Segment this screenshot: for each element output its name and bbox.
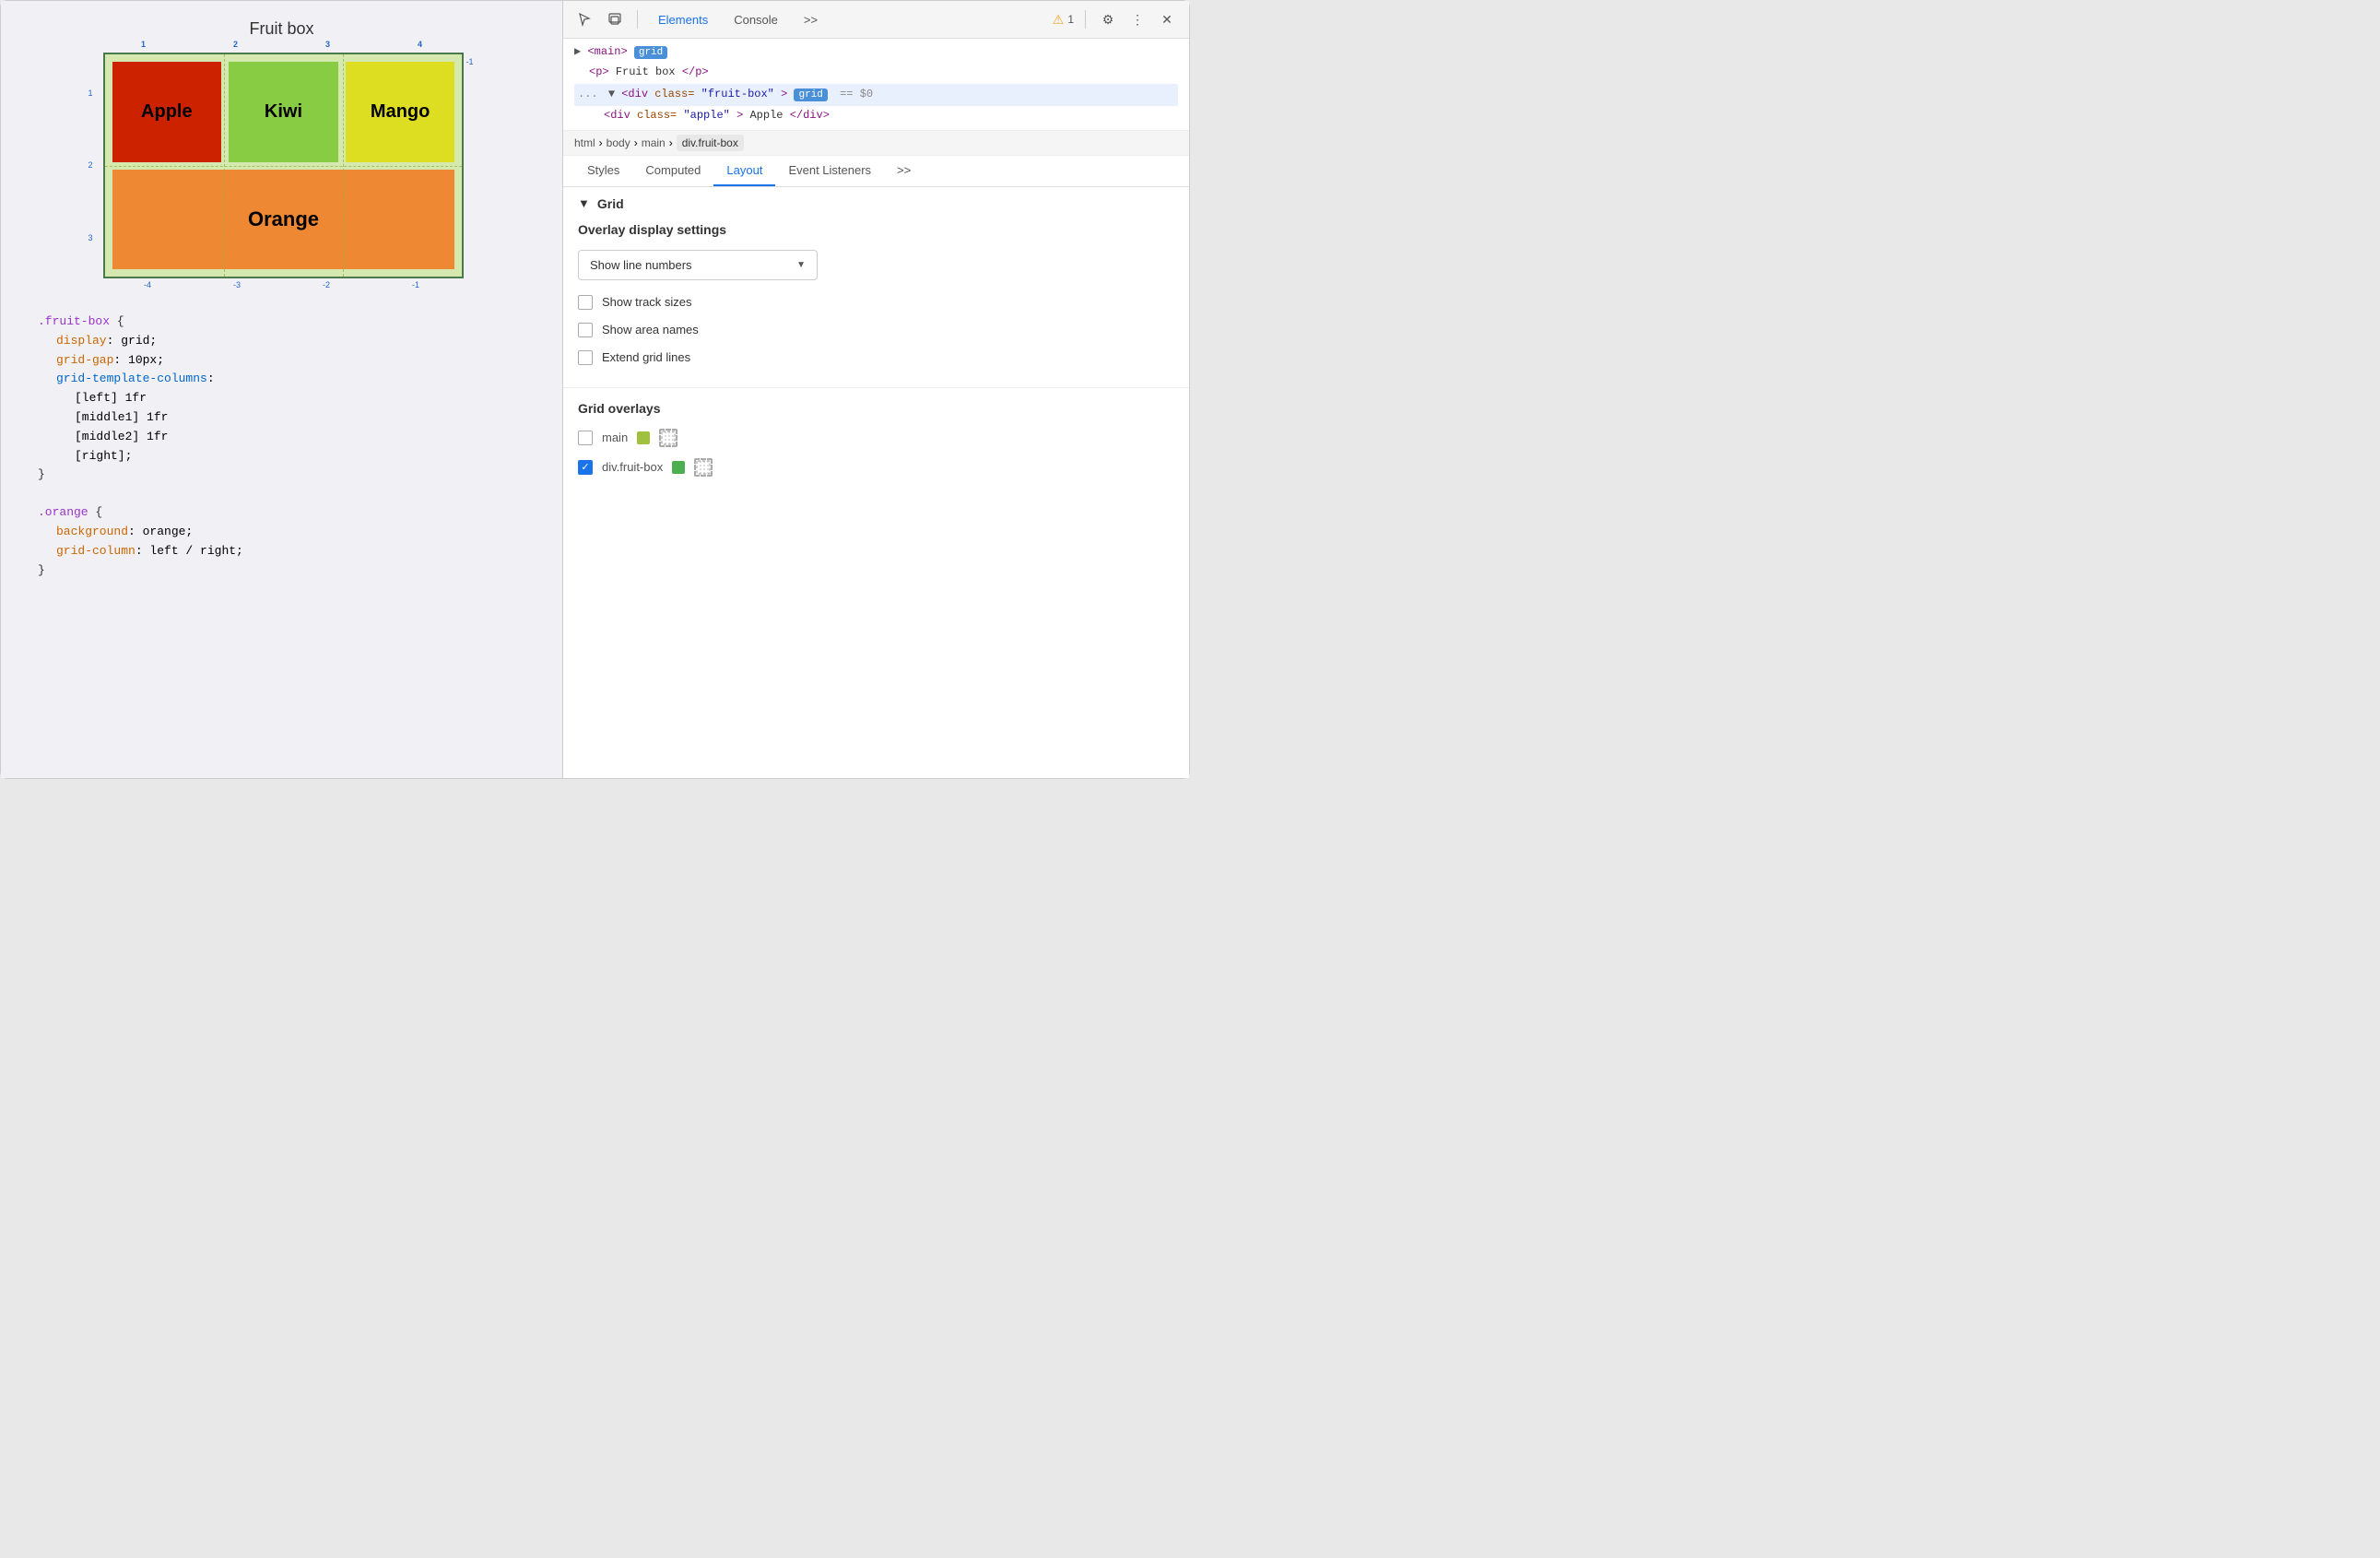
dom-line-fruit-box: ... ▼ <div class= "fruit-box" > grid == … <box>574 84 1178 106</box>
top-line-numbers: 1 2 3 4 <box>88 40 476 49</box>
grid-section-header[interactable]: ▼ Grid <box>578 196 1174 211</box>
breadcrumb-body[interactable]: body <box>607 136 630 149</box>
overlay-row-fruit-box: ✓ div.fruit-box <box>578 458 1174 477</box>
show-area-names-row: Show area names <box>578 323 1174 337</box>
overlay-row-main: main <box>578 429 1174 447</box>
mango-cell: Mango <box>346 62 455 162</box>
devtools-panel: Elements Console >> ⚠ 1 ⚙ ⋮ ✕ ▶ <main> g… <box>563 1 1189 778</box>
main-color-swatch[interactable] <box>637 431 650 444</box>
main-overlay-checkbox[interactable] <box>578 431 593 445</box>
right-line-numbers: -1 <box>464 53 475 278</box>
apple-cell: Apple <box>112 62 222 162</box>
panel-tabs: Styles Computed Layout Event Listeners >… <box>563 156 1189 187</box>
more-menu-icon[interactable]: ⋮ <box>1126 8 1149 30</box>
grid-overlays-title: Grid overlays <box>578 401 1174 416</box>
tab-panel-more[interactable]: >> <box>884 156 924 186</box>
fruit-box-grid-icon[interactable] <box>694 458 713 477</box>
toolbar-separator-2 <box>1085 10 1086 29</box>
layout-content: ▼ Grid Overlay display settings Show lin… <box>563 187 1189 778</box>
tab-elements[interactable]: Elements <box>649 9 717 30</box>
tab-computed[interactable]: Computed <box>632 156 713 186</box>
cursor-icon[interactable] <box>574 8 596 30</box>
show-track-sizes-checkbox[interactable] <box>578 295 593 310</box>
close-icon[interactable]: ✕ <box>1156 8 1178 30</box>
fruit-grid: Apple Kiwi Mango Orange <box>103 53 465 278</box>
chevron-down-icon: ▼ <box>796 260 806 270</box>
breadcrumb: html › body › main › div.fruit-box <box>563 131 1189 156</box>
breadcrumb-main[interactable]: main <box>642 136 666 149</box>
overlay-settings: Overlay display settings Show line numbe… <box>578 222 1174 365</box>
dom-line-apple: <div class= "apple" > Apple </div> <box>574 106 1178 126</box>
line-numbers-dropdown[interactable]: Show line numbers ▼ <box>578 250 818 280</box>
code-block-orange: .orange { background: orange; grid-colum… <box>19 499 544 584</box>
overlay-settings-title: Overlay display settings <box>578 222 1174 237</box>
dom-line-main: ▶ <main> grid <box>574 42 1178 63</box>
grid-container: 1 2 3 4 1 2 3 Apple <box>88 53 476 289</box>
grid-overlays-section: Grid overlays main ✓ div.frui <box>563 388 1189 501</box>
left-panel: Fruit box 1 2 3 4 1 2 3 <box>1 1 563 778</box>
tab-layout[interactable]: Layout <box>713 156 775 186</box>
fruit-box-overlay-checkbox[interactable]: ✓ <box>578 460 593 475</box>
tab-console[interactable]: Console <box>725 9 787 30</box>
left-line-numbers: 1 2 3 <box>88 53 103 278</box>
tab-more[interactable]: >> <box>795 9 827 30</box>
show-area-names-checkbox[interactable] <box>578 323 593 337</box>
dom-line-p: <p> Fruit box </p> <box>574 63 1178 83</box>
kiwi-cell: Kiwi <box>229 62 338 162</box>
extend-grid-lines-row: Extend grid lines <box>578 350 1174 365</box>
devtools-toolbar: Elements Console >> ⚠ 1 ⚙ ⋮ ✕ <box>563 1 1189 39</box>
fruit-box-color-swatch[interactable] <box>672 461 685 474</box>
layers-icon[interactable] <box>604 8 626 30</box>
fruit-box-title: Fruit box <box>249 19 313 39</box>
settings-icon[interactable]: ⚙ <box>1097 8 1119 30</box>
warning-icon: ⚠ <box>1053 12 1065 28</box>
bottom-line-numbers: -4 -3 -2 -1 <box>88 280 476 289</box>
tab-event-listeners[interactable]: Event Listeners <box>775 156 884 186</box>
main-grid-icon[interactable] <box>659 429 677 447</box>
warning-badge: ⚠ 1 <box>1053 12 1074 28</box>
show-track-sizes-row: Show track sizes <box>578 295 1174 310</box>
tab-styles[interactable]: Styles <box>574 156 632 186</box>
breadcrumb-html[interactable]: html <box>574 136 595 149</box>
grid-section: ▼ Grid Overlay display settings Show lin… <box>563 187 1189 388</box>
breadcrumb-div-fruit-box[interactable]: div.fruit-box <box>677 135 744 151</box>
extend-grid-lines-checkbox[interactable] <box>578 350 593 365</box>
grid-cells: Apple Kiwi Mango Orange <box>105 54 463 277</box>
code-block-fruit-box: .fruit-box { display: grid; grid-gap: 10… <box>19 308 544 490</box>
orange-cell: Orange <box>112 170 455 270</box>
dom-tree: ▶ <main> grid <p> Fruit box </p> ... ▼ <… <box>563 39 1189 131</box>
toolbar-separator <box>637 10 638 29</box>
